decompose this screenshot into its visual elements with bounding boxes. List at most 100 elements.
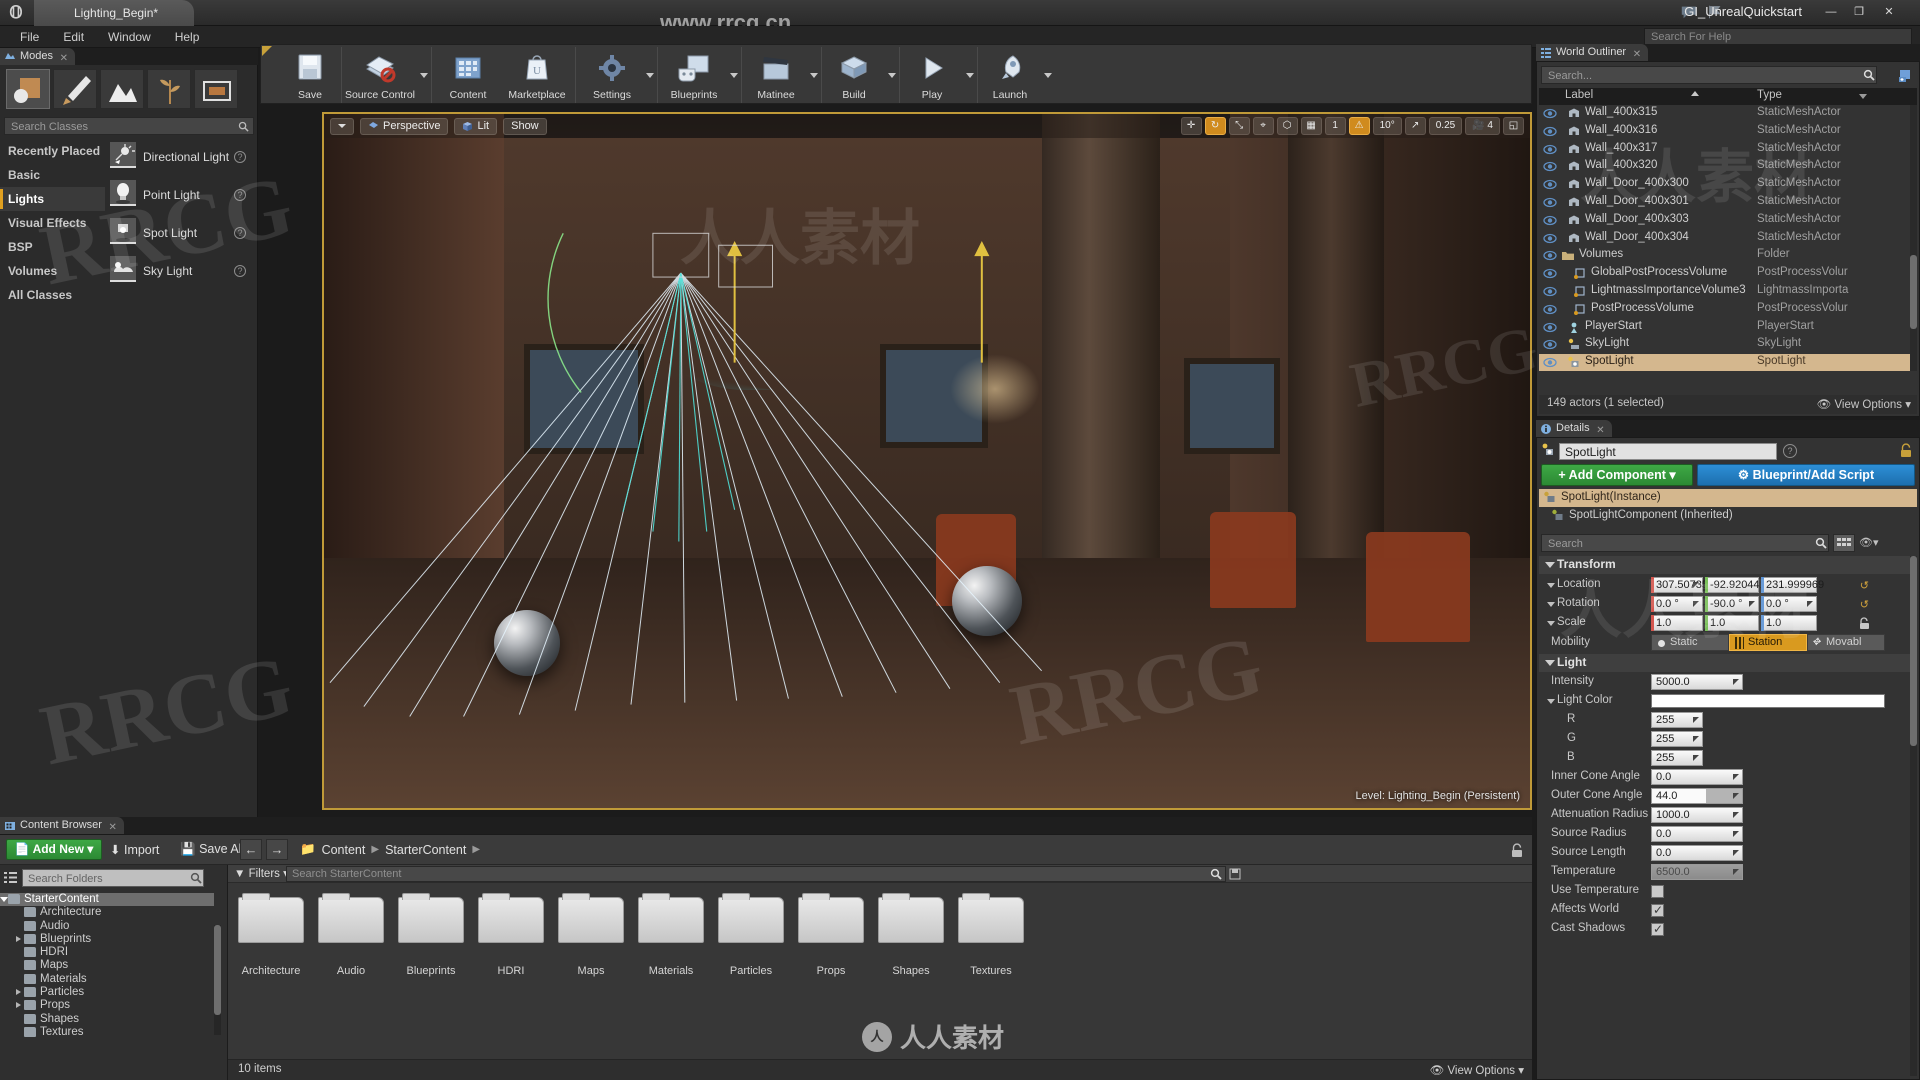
folder-tree[interactable]: StarterContent Architecture Audio Blueprint… bbox=[0, 893, 214, 1039]
visibility-toggle-icon[interactable] bbox=[1543, 143, 1557, 156]
mode-paint-button[interactable] bbox=[53, 69, 97, 109]
mode-landscape-button[interactable] bbox=[100, 69, 144, 109]
mobility-static-button[interactable]: Static bbox=[1651, 634, 1729, 651]
menu-file[interactable]: File bbox=[8, 28, 51, 46]
lock-icon[interactable] bbox=[1510, 843, 1524, 858]
outliner-row[interactable]: Wall_Door_400x303 StaticMeshActor bbox=[1539, 212, 1917, 230]
location-z-input[interactable]: 231.999969 bbox=[1761, 577, 1824, 593]
asset-folder-tile[interactable]: Particles bbox=[718, 893, 784, 1051]
source-control-button[interactable]: Source Control bbox=[343, 47, 417, 103]
outliner-rows[interactable]: Wall_400x315 StaticMeshActor Wall_400x316 S… bbox=[1539, 105, 1917, 371]
help-icon[interactable]: ? bbox=[234, 227, 246, 239]
visibility-toggle-icon[interactable] bbox=[1543, 214, 1557, 227]
visibility-toggle-icon[interactable] bbox=[1543, 249, 1557, 262]
help-icon[interactable]: ? bbox=[234, 189, 246, 201]
folder-tree-item[interactable]: Textures bbox=[0, 1026, 214, 1039]
rotate-tool-icon[interactable]: ↻ bbox=[1204, 117, 1226, 135]
maximize-button[interactable]: ❐ bbox=[1846, 2, 1872, 22]
list-item[interactable]: Directional Light ? bbox=[105, 139, 258, 177]
matinee-dropdown[interactable] bbox=[807, 47, 821, 103]
component-inherited-row[interactable]: SpotLightComponent (Inherited) bbox=[1539, 507, 1917, 525]
folder-search-input[interactable]: Search Folders bbox=[22, 869, 204, 887]
save-all-button[interactable]: 💾 Save All bbox=[180, 842, 244, 857]
visibility-toggle-icon[interactable] bbox=[1543, 338, 1557, 351]
tab-details[interactable]: Details ✕ bbox=[1536, 420, 1612, 437]
build-dropdown[interactable] bbox=[885, 47, 899, 103]
attenuation-radius-input[interactable]: 1000.0 bbox=[1651, 807, 1743, 823]
import-button[interactable]: ⬇ Import bbox=[110, 842, 159, 857]
color-r-input[interactable]: 255 bbox=[1651, 712, 1703, 728]
visibility-toggle-icon[interactable] bbox=[1543, 285, 1557, 298]
outliner-row[interactable]: Volumes Folder bbox=[1539, 247, 1917, 265]
grid-snap-icon[interactable]: ▦ bbox=[1300, 117, 1322, 135]
breadcrumb-startercontent[interactable]: StarterContent bbox=[385, 843, 466, 857]
chevron-right-icon[interactable] bbox=[16, 935, 21, 942]
asset-folder-tile[interactable]: Props bbox=[798, 893, 864, 1051]
outliner-row[interactable]: GlobalPostProcessVolume PostProcessVolur bbox=[1539, 265, 1917, 283]
list-item[interactable]: Sky Light ? bbox=[105, 253, 258, 291]
outliner-row[interactable]: Wall_Door_400x300 StaticMeshActor bbox=[1539, 176, 1917, 194]
asset-folder-tile[interactable]: Architecture bbox=[238, 893, 304, 1051]
viewport-render[interactable]: Perspective Lit Show ✛ ↻ ⤡ ⌖ ⬡ ▦ 1 ⚠ 10°… bbox=[324, 114, 1530, 808]
translate-tool-icon[interactable]: ✛ bbox=[1180, 117, 1202, 135]
reset-rotation-icon[interactable]: ↺ bbox=[1860, 598, 1869, 611]
blueprints-button[interactable]: Blueprints bbox=[661, 47, 727, 103]
viewport-camera-mode[interactable]: Perspective bbox=[360, 117, 449, 135]
rotation-snap-value[interactable]: 10° bbox=[1372, 117, 1402, 135]
view-options-button[interactable]: 👁 View Options ▾ bbox=[1817, 397, 1911, 411]
blueprints-dropdown[interactable] bbox=[727, 47, 741, 103]
outliner-scrollbar[interactable] bbox=[1910, 105, 1917, 371]
maximize-viewport-icon[interactable]: ◱ bbox=[1503, 117, 1524, 135]
viewport-show-menu[interactable]: Show bbox=[503, 117, 547, 135]
scale-label[interactable]: Scale bbox=[1547, 616, 1586, 628]
folder-tree-item[interactable]: Audio bbox=[0, 920, 214, 933]
blueprint-add-script-button[interactable]: ⚙ Blueprint/Add Script bbox=[1697, 464, 1915, 486]
world-coords-icon[interactable]: ⌖ bbox=[1252, 117, 1274, 135]
help-search-input[interactable]: Search For Help bbox=[1644, 28, 1912, 45]
folder-tree-item[interactable]: Props bbox=[0, 999, 214, 1012]
cast-shadows-checkbox[interactable] bbox=[1651, 922, 1664, 936]
chevron-right-icon[interactable] bbox=[16, 1002, 21, 1009]
nav-back-button[interactable]: ← bbox=[240, 839, 262, 860]
outliner-search-input[interactable]: Search... bbox=[1541, 66, 1877, 84]
scale-tool-icon[interactable]: ⤡ bbox=[1228, 117, 1250, 135]
rotation-y-input[interactable]: -90.0 ° bbox=[1705, 596, 1759, 612]
section-transform[interactable]: Transform bbox=[1539, 556, 1917, 574]
mobility-stationary-button[interactable]: Station bbox=[1729, 634, 1807, 651]
visibility-toggle-icon[interactable] bbox=[1543, 178, 1557, 191]
scale-y-input[interactable]: 1.0 bbox=[1705, 615, 1759, 631]
outer-cone-angle-input[interactable]: 44.0 bbox=[1651, 788, 1743, 804]
search-classes-input[interactable]: Search Classes bbox=[4, 117, 254, 135]
rotation-z-input[interactable]: 0.0 ° bbox=[1761, 596, 1817, 612]
help-icon[interactable]: ? bbox=[234, 265, 246, 277]
add-component-button[interactable]: + Add Component ▾ bbox=[1541, 464, 1693, 486]
matinee-button[interactable]: Matinee bbox=[745, 47, 807, 103]
folder-tree-scrollbar[interactable] bbox=[214, 925, 221, 1035]
visibility-toggle-icon[interactable] bbox=[1543, 160, 1557, 173]
visibility-toggle-icon[interactable] bbox=[1543, 356, 1557, 369]
search-icon[interactable] bbox=[1210, 868, 1222, 880]
color-b-input[interactable]: 255 bbox=[1651, 750, 1703, 766]
outliner-row[interactable]: Wall_Door_400x301 StaticMeshActor bbox=[1539, 194, 1917, 212]
visibility-toggle-icon[interactable] bbox=[1543, 267, 1557, 280]
visibility-toggle-icon[interactable] bbox=[1543, 107, 1557, 120]
tab-content-browser[interactable]: Content Browser ✕ bbox=[0, 817, 124, 834]
scale-snap-icon[interactable]: ↗ bbox=[1404, 117, 1426, 135]
outliner-row[interactable]: Wall_400x316 StaticMeshActor bbox=[1539, 123, 1917, 141]
tab-modes[interactable]: Modes ✕ bbox=[0, 48, 76, 65]
viewport-options-menu[interactable] bbox=[330, 117, 354, 135]
visibility-toggle-icon[interactable] bbox=[1543, 196, 1557, 209]
source-control-dropdown[interactable] bbox=[417, 47, 431, 103]
save-button[interactable]: Save bbox=[279, 47, 341, 103]
sidebar-item-lights[interactable]: Lights bbox=[0, 187, 105, 211]
camera-speed-value[interactable]: 🎥 4 bbox=[1465, 117, 1500, 135]
column-type[interactable]: Type bbox=[1757, 89, 1782, 101]
mode-foliage-button[interactable] bbox=[147, 69, 191, 109]
filters-button[interactable]: ▼ Filters ▾ bbox=[234, 866, 289, 880]
sidebar-item-recently-placed[interactable]: Recently Placed bbox=[0, 139, 105, 163]
nav-forward-button[interactable]: → bbox=[266, 839, 288, 860]
play-button[interactable]: Play bbox=[901, 47, 963, 103]
scrollbar-thumb[interactable] bbox=[1910, 556, 1917, 746]
outliner-row[interactable]: PostProcessVolume PostProcessVolur bbox=[1539, 301, 1917, 319]
location-y-input[interactable]: -92.920441 bbox=[1705, 577, 1766, 593]
